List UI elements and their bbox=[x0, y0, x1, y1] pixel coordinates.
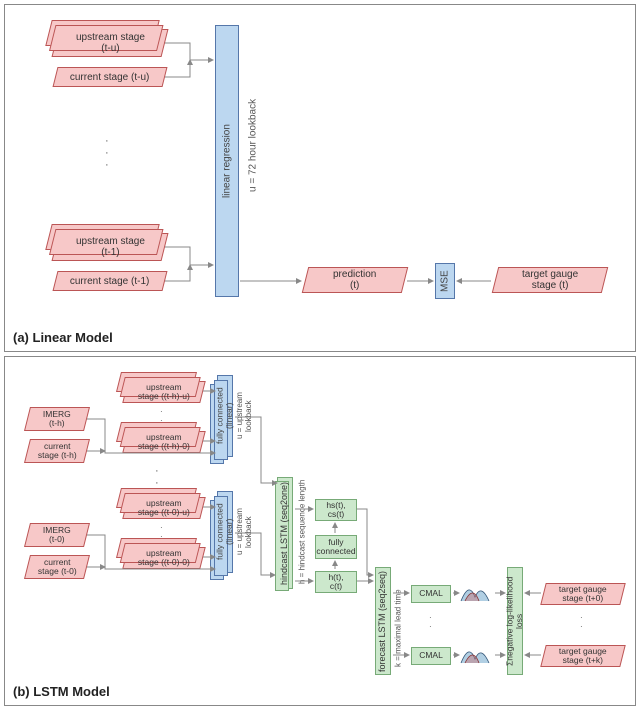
current-stage-tu: current stage (t-u) bbox=[53, 67, 168, 87]
distribution-icon-1 bbox=[459, 579, 495, 605]
target-gauge-box: target gaugestage (t) bbox=[492, 267, 608, 293]
upstream-stage-t1: upstream stage(t-1) bbox=[52, 233, 169, 261]
state-h-c: h(t),c(t) bbox=[315, 571, 357, 593]
panel-a-arrows bbox=[5, 5, 637, 353]
linear-regression-box: linear regression bbox=[215, 25, 239, 297]
ellipsis-5: ·· bbox=[580, 613, 583, 631]
distribution-icon-2 bbox=[459, 641, 495, 667]
imerg-t0: IMERG(t-0) bbox=[24, 523, 90, 547]
caption-b: (b) LSTM Model bbox=[13, 684, 110, 699]
fc-sub-top: u = upstreamlookback bbox=[239, 383, 251, 449]
nll-loss: Σnegative log-likelihood loss bbox=[507, 567, 523, 675]
fc-linear-bottom: fully connected(linear) bbox=[217, 491, 233, 573]
current-stage-t0: currentstage (t-0) bbox=[24, 555, 90, 579]
prediction-box: prediction(t) bbox=[302, 267, 408, 293]
lookback-label: u = 72 hour lookback bbox=[246, 45, 260, 245]
target-gauge-tk: target gaugestage (t+k) bbox=[540, 645, 625, 667]
state-hs-cs: hs(t),cs(t) bbox=[315, 499, 357, 521]
forecast-lstm: forecast LSTM (seq2seq) bbox=[375, 567, 391, 675]
cmal-2: CMAL bbox=[411, 647, 451, 665]
hindcast-sub: h = hindcast sequence length bbox=[297, 479, 309, 585]
hindcast-lstm: hindcast LSTM (seq2one) bbox=[277, 477, 293, 589]
upstream-t0-0: upstreamstage ((t-0)-0) bbox=[122, 547, 205, 569]
fc-linear-top: fully connected(linear) bbox=[217, 375, 233, 457]
caption-a: (a) Linear Model bbox=[13, 330, 113, 345]
mse-box: MSE bbox=[435, 263, 455, 299]
cmal-1: CMAL bbox=[411, 585, 451, 603]
current-stage-t1: current stage (t-1) bbox=[53, 271, 168, 291]
panel-linear-model: (a) Linear Model upstream stage(t-u) cur… bbox=[4, 4, 636, 352]
vertical-ellipsis: ··· bbox=[105, 135, 109, 171]
upstream-th-u: upstreamstage ((t-h)-u) bbox=[122, 381, 205, 403]
fc-sub-bottom: u = upstreamlookback bbox=[239, 499, 251, 565]
upstream-th-0: upstreamstage ((t-h)-0) bbox=[122, 431, 205, 453]
fc-small: fullyconnected bbox=[315, 535, 357, 559]
upstream-t0-u: upstreamstage ((t-0)-u) bbox=[122, 497, 205, 519]
forecast-sub: k = maximal lead time bbox=[393, 585, 405, 671]
current-stage-th: currentstage (t-h) bbox=[24, 439, 90, 463]
target-gauge-t0: target gaugestage (t+0) bbox=[540, 583, 625, 605]
ellipsis-4: ·· bbox=[429, 613, 432, 631]
imerg-th: IMERG(t-h) bbox=[24, 407, 90, 431]
upstream-stage-tu: upstream stage(t-u) bbox=[52, 29, 169, 57]
panel-lstm-model: (b) LSTM Model IMERG(t-h) currentstage (… bbox=[4, 356, 636, 706]
